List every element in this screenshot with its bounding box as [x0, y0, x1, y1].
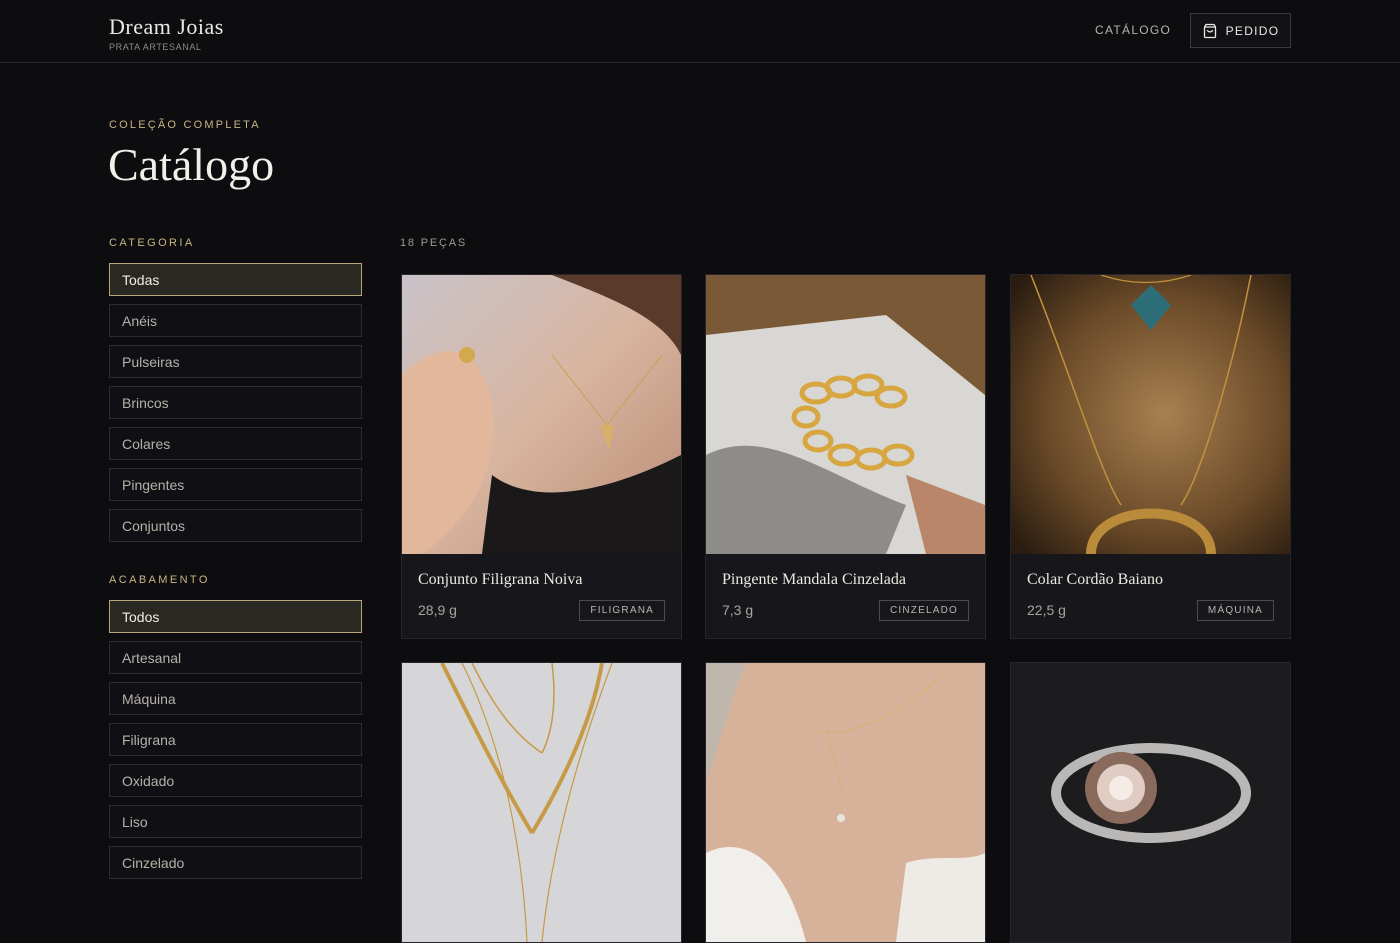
finish-filter-title: ACABAMENTO	[109, 574, 210, 586]
filter-category-pulseiras[interactable]: Pulseiras	[109, 345, 362, 378]
filter-category-pingentes[interactable]: Pingentes	[109, 468, 362, 501]
product-image[interactable]	[402, 663, 681, 942]
product-image[interactable]	[1011, 275, 1290, 554]
page-title: Catálogo	[108, 139, 275, 190]
shopping-bag-icon	[1203, 23, 1216, 38]
product-image[interactable]	[1011, 663, 1290, 942]
brand-logo[interactable]: Dream Joias PRATA ARTESANAL	[109, 14, 224, 52]
product-name: Colar Cordão Baiano	[1027, 571, 1163, 588]
nav-catalog-link[interactable]: CATÁLOGO	[1095, 23, 1171, 37]
order-button[interactable]: PEDIDO	[1190, 13, 1291, 48]
product-info: Pingente Mandala Cinzelada 7,3 g CINZELA…	[706, 554, 985, 638]
product-weight: 28,9 g	[418, 602, 457, 618]
product-image[interactable]	[706, 663, 985, 942]
filter-category-conjuntos[interactable]: Conjuntos	[109, 509, 362, 542]
product-weight: 22,5 g	[1027, 602, 1066, 618]
collection-eyebrow: COLEÇÃO COMPLETA	[109, 119, 261, 131]
product-image[interactable]	[402, 275, 681, 554]
order-button-label: PEDIDO	[1225, 23, 1280, 38]
product-card[interactable]	[401, 662, 682, 943]
product-finish-badge: FILIGRANA	[579, 600, 665, 621]
category-filter-title: CATEGORIA	[109, 237, 195, 249]
product-finish-badge: CINZELADO	[878, 600, 969, 621]
product-finish-badge: MÁQUINA	[1196, 600, 1274, 621]
filter-finish-artesanal[interactable]: Artesanal	[109, 641, 362, 674]
product-card[interactable]	[1010, 662, 1291, 943]
results-count: 18 PEÇAS	[400, 237, 467, 249]
product-card[interactable]: Conjunto Filigrana Noiva 28,9 g FILIGRAN…	[401, 274, 682, 639]
brand-tagline: PRATA ARTESANAL	[109, 42, 202, 52]
filter-finish-filigrana[interactable]: Filigrana	[109, 723, 362, 756]
filter-category-todas[interactable]: Todas	[109, 263, 362, 296]
product-name: Pingente Mandala Cinzelada	[722, 571, 906, 588]
product-image[interactable]	[706, 275, 985, 554]
filter-finish-oxidado[interactable]: Oxidado	[109, 764, 362, 797]
filter-finish-liso[interactable]: Liso	[109, 805, 362, 838]
filter-category-aneis[interactable]: Anéis	[109, 304, 362, 337]
filter-finish-maquina[interactable]: Máquina	[109, 682, 362, 715]
product-card[interactable]	[705, 662, 986, 943]
product-weight: 7,3 g	[722, 602, 754, 618]
product-card[interactable]: Pingente Mandala Cinzelada 7,3 g CINZELA…	[705, 274, 986, 639]
filter-category-colares[interactable]: Colares	[109, 427, 362, 460]
product-info: Colar Cordão Baiano 22,5 g MÁQUINA	[1011, 554, 1290, 638]
filter-finish-cinzelado[interactable]: Cinzelado	[109, 846, 362, 879]
site-header: Dream Joias PRATA ARTESANAL CATÁLOGO PED…	[0, 0, 1400, 63]
product-name: Conjunto Filigrana Noiva	[418, 571, 583, 588]
product-info: Conjunto Filigrana Noiva 28,9 g FILIGRAN…	[402, 554, 681, 638]
brand-name: Dream Joias	[109, 14, 224, 39]
product-card[interactable]: Colar Cordão Baiano 22,5 g MÁQUINA	[1010, 274, 1291, 639]
filter-category-brincos[interactable]: Brincos	[109, 386, 362, 419]
finish-filter: ACABAMENTO Todos Artesanal Máquina Filig…	[109, 574, 362, 887]
category-filter: CATEGORIA Todas Anéis Pulseiras Brincos …	[109, 237, 362, 550]
filter-finish-todos[interactable]: Todos	[109, 600, 362, 633]
